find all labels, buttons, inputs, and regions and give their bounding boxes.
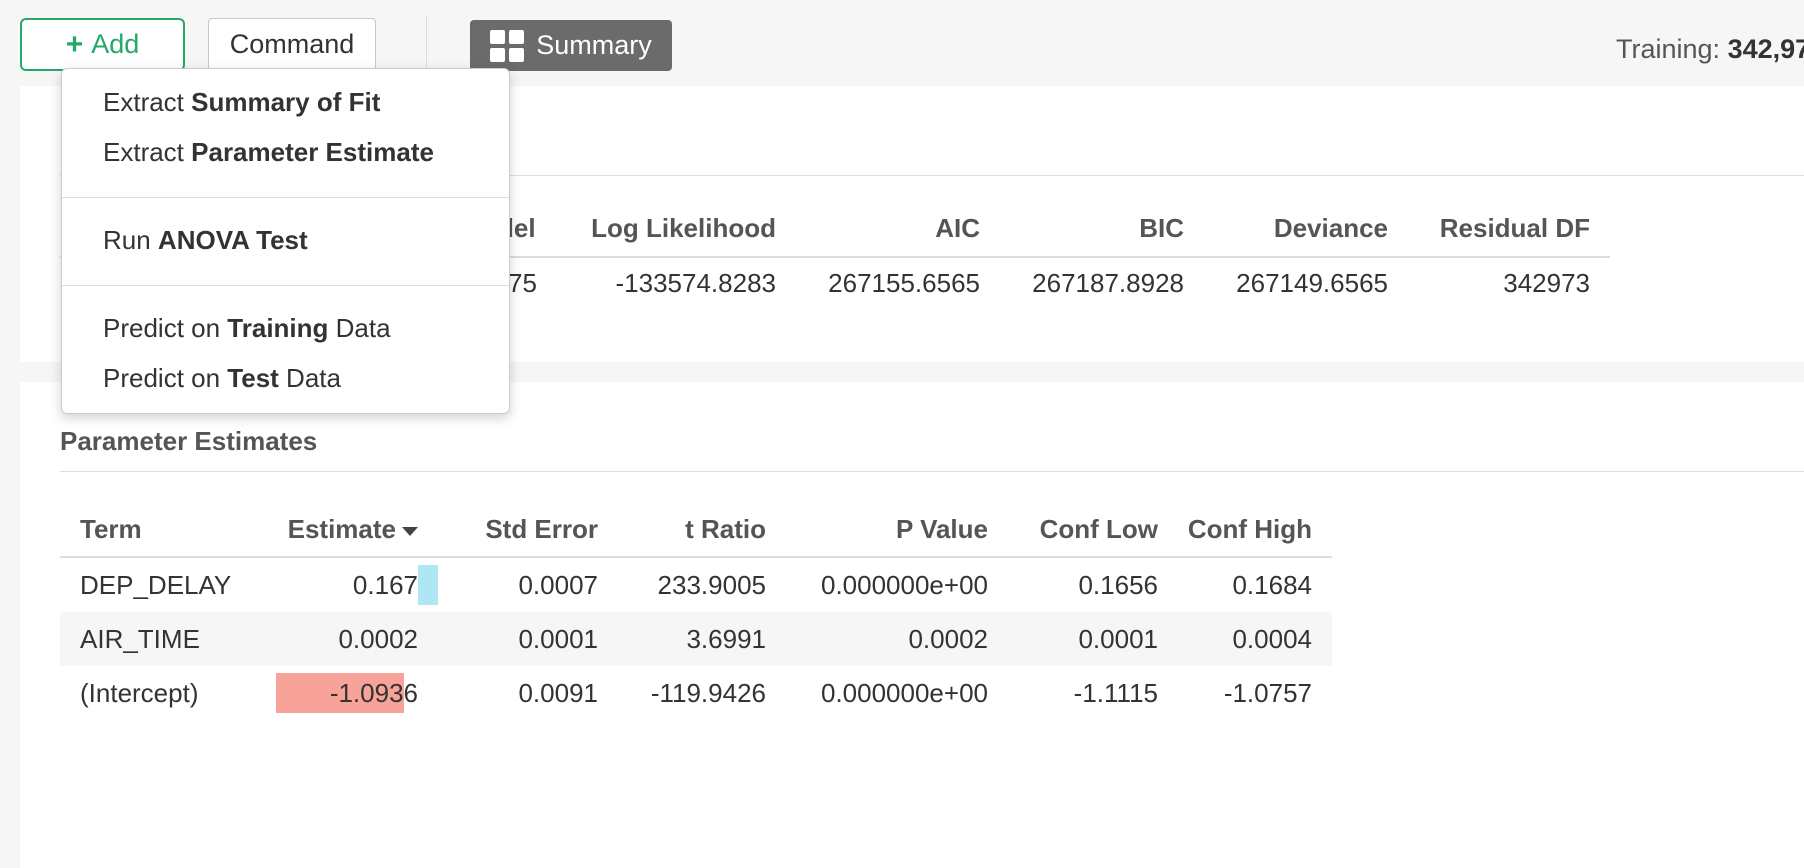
menu-item-bold: Training [227,313,329,343]
menu-item-predict-training[interactable]: Predict on Training Data [103,313,391,344]
cell-std-error: 0.0001 [518,624,598,654]
menu-item-bold: Parameter Estimate [191,137,434,167]
fit-header-deviance: Deviance [1273,213,1388,243]
cell-std-error: 0.0091 [518,678,598,708]
cell-term: (Intercept) [80,678,199,708]
fit-value-bic: 267187.8928 [1032,268,1184,298]
grid-icon [490,29,525,62]
menu-item-extract-summary-of-fit[interactable]: Extract Summary of Fit [103,87,380,118]
toolbar-divider [426,16,427,72]
header-estimate[interactable]: Estimate [240,502,418,556]
cell-std-error: 0.0007 [518,570,598,600]
menu-item-prefix: Predict on [103,363,228,393]
fit-header-aic: AIC [935,213,980,243]
header-conf-high[interactable]: Conf High [1178,502,1312,556]
cell-t-ratio: 233.9005 [657,570,766,600]
header-estimate-label: Estimate [287,514,396,544]
training-value: 342,97 [1727,34,1804,64]
summary-button-label: Summary [536,30,652,60]
header-std-error[interactable]: Std Error [438,502,598,556]
menu-item-bold: Test [227,363,279,393]
estimate-bar [418,565,438,605]
cell-estimate: 0.0002 [338,624,418,654]
cell-conf-high: 0.1684 [1232,570,1312,600]
fit-value-model: 75 [508,268,537,298]
fit-value-aic: 267155.6565 [828,268,980,298]
menu-item-suffix: Data [328,313,391,343]
fit-value-deviance: 267149.6565 [1236,268,1388,298]
menu-divider [62,197,509,198]
cell-term: DEP_DELAY [80,570,232,600]
header-term[interactable]: Term [80,502,142,556]
cell-estimate: -1.0936 [329,678,418,708]
cell-t-ratio: 3.6991 [686,624,766,654]
table-row: (Intercept) -1.0936 0.0091 -119.9426 0.0… [60,666,1332,720]
parameter-estimates-panel: Parameter Estimates Term Estimate Std Er… [20,382,1804,868]
fit-header-residual-df: Residual DF [1439,213,1590,243]
menu-item-predict-test[interactable]: Predict on Test Data [103,363,341,394]
table-row: DEP_DELAY 0.167 0.0007 233.9005 0.000000… [60,558,1332,612]
training-count: Training: 342,97 [1616,34,1804,65]
header-t-ratio[interactable]: t Ratio [618,502,766,556]
menu-item-extract-parameter-estimate[interactable]: Extract Parameter Estimate [103,137,434,168]
fit-value-log-likelihood: -133574.8283 [615,268,776,298]
menu-item-bold: Summary of Fit [191,87,381,117]
add-button[interactable]: + Add [20,18,185,71]
menu-item-run-anova-test[interactable]: Run ANOVA Test [103,225,308,256]
cell-p-value: 0.0002 [908,624,988,654]
menu-item-bold: ANOVA Test [157,225,308,255]
training-label: Training: [1616,34,1721,64]
cell-conf-high: 0.0004 [1232,624,1312,654]
cell-conf-high: -1.0757 [1223,678,1312,708]
cell-t-ratio: -119.9426 [650,678,766,708]
cell-term: AIR_TIME [80,624,200,654]
cell-p-value: 0.000000e+00 [820,570,988,600]
add-dropdown-menu: Extract Summary of Fit Extract Parameter… [61,68,510,414]
parameter-estimates-table: Term Estimate Std Error t Ratio P Value … [60,502,1332,720]
menu-item-suffix: Data [278,363,341,393]
cell-conf-low: 0.1656 [1078,570,1158,600]
cell-conf-low: -1.1115 [1073,678,1158,708]
cell-estimate: 0.167 [352,570,418,600]
sort-desc-icon [402,526,418,536]
fit-header-log-likelihood: Log Likelihood [591,213,776,243]
cell-p-value: 0.000000e+00 [820,678,988,708]
menu-item-prefix: Run [103,225,158,255]
table-row: AIR_TIME 0.0002 0.0001 3.6991 0.0002 0.0… [60,612,1332,666]
command-button[interactable]: Command [208,18,376,71]
add-button-label: Add [91,29,140,59]
plus-icon: + [65,27,84,61]
panel-divider [60,471,1804,472]
menu-item-prefix: Extract [103,87,192,117]
panel-title: Parameter Estimates [60,426,318,456]
fit-value-residual-df: 342973 [1503,268,1590,298]
summary-button[interactable]: Summary [470,20,672,71]
header-conf-low[interactable]: Conf Low [1008,502,1158,556]
cell-conf-low: 0.0001 [1078,624,1158,654]
menu-item-prefix: Extract [103,137,192,167]
table-header-row: Term Estimate Std Error t Ratio P Value … [60,502,1332,558]
menu-item-prefix: Predict on [103,313,228,343]
header-p-value[interactable]: P Value [786,502,988,556]
fit-header-bic: BIC [1139,213,1184,243]
menu-divider [62,285,509,286]
